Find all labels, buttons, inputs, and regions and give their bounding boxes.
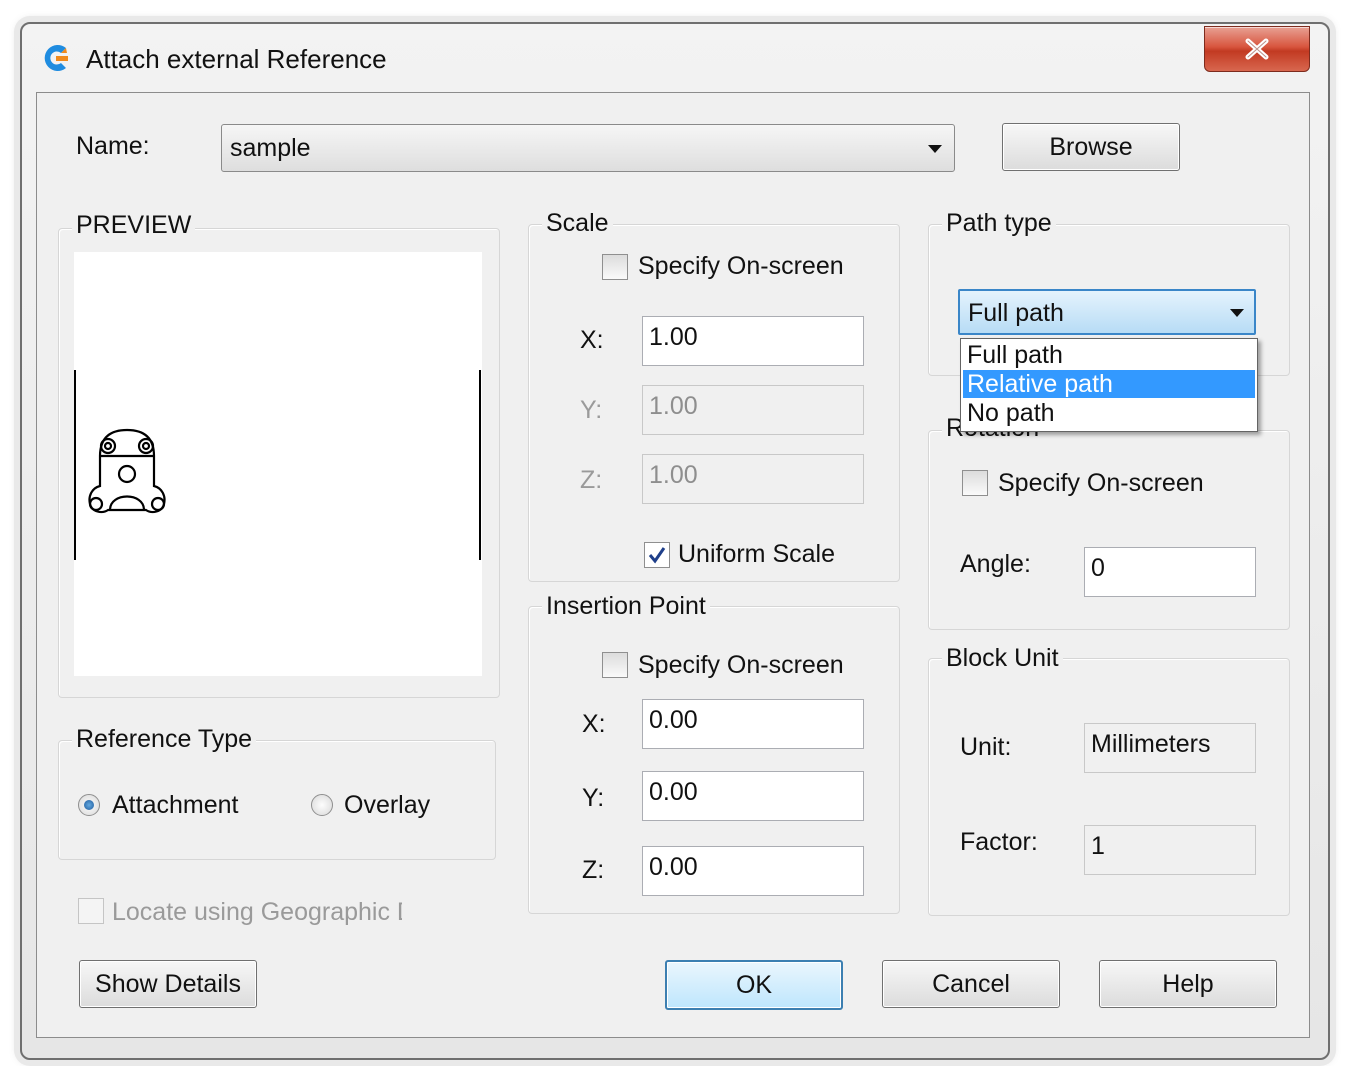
- insertion-x-input[interactable]: 0.00: [642, 699, 864, 749]
- chevron-down-icon: [928, 145, 942, 153]
- scale-specify-label: Specify On-screen: [638, 252, 844, 280]
- checkmark-icon: [648, 547, 666, 564]
- unit-value: Millimeters: [1084, 723, 1256, 773]
- drawing-preview-icon: [88, 428, 166, 514]
- preview-canvas: [74, 252, 482, 676]
- insertion-z-input[interactable]: 0.00: [642, 846, 864, 896]
- insertion-specify-label: Specify On-screen: [638, 651, 844, 679]
- path-type-title: Path type: [942, 209, 1056, 238]
- preview-title: PREVIEW: [72, 211, 196, 240]
- browse-button[interactable]: Browse: [1002, 123, 1180, 171]
- chevron-down-icon: [1230, 309, 1244, 317]
- uniform-scale-label: Uniform Scale: [678, 540, 835, 568]
- path-type-selected: Full path: [968, 299, 1064, 327]
- path-type-dropdown-list: Full path Relative path No path: [960, 338, 1258, 432]
- rotation-group: [928, 430, 1290, 630]
- angle-label: Angle:: [960, 550, 1031, 578]
- factor-label: Factor:: [960, 828, 1038, 856]
- scale-x-input[interactable]: 1.00: [642, 316, 864, 366]
- preview-left-border: [74, 370, 76, 560]
- scale-x-label: X:: [580, 326, 604, 354]
- block-unit-group: [928, 658, 1290, 916]
- name-label: Name:: [76, 132, 150, 160]
- scale-z-label: Z:: [580, 466, 603, 494]
- preview-right-border: [479, 370, 481, 560]
- insertion-y-label: Y:: [582, 784, 605, 812]
- rotation-specify-checkbox[interactable]: [962, 470, 988, 496]
- reference-type-title: Reference Type: [72, 725, 257, 754]
- insertion-point-title: Insertion Point: [542, 592, 710, 621]
- path-option-relative[interactable]: Relative path: [963, 370, 1255, 398]
- insertion-specify-checkbox[interactable]: [602, 652, 628, 678]
- scale-specify-checkbox[interactable]: [602, 254, 628, 280]
- path-type-combobox[interactable]: Full path: [958, 289, 1256, 335]
- name-combobox[interactable]: sample: [221, 124, 955, 172]
- scale-z-input[interactable]: 1.00: [642, 454, 864, 504]
- scale-title: Scale: [542, 209, 613, 238]
- rotation-specify-label: Specify On-screen: [998, 469, 1204, 497]
- path-option-full[interactable]: Full path: [963, 341, 1255, 369]
- show-details-button[interactable]: Show Details: [79, 960, 257, 1008]
- factor-value: 1: [1084, 825, 1256, 875]
- angle-input[interactable]: 0: [1084, 547, 1256, 597]
- ok-button[interactable]: OK: [665, 960, 843, 1010]
- help-button[interactable]: Help: [1099, 960, 1277, 1008]
- attachment-radio[interactable]: [78, 794, 100, 816]
- uniform-scale-checkbox[interactable]: [644, 542, 670, 568]
- cancel-button[interactable]: Cancel: [882, 960, 1060, 1008]
- close-icon: [1245, 38, 1269, 60]
- insertion-y-input[interactable]: 0.00: [642, 771, 864, 821]
- overlay-radio[interactable]: [311, 794, 333, 816]
- unit-label: Unit:: [960, 733, 1012, 761]
- app-logo-icon: [40, 42, 72, 74]
- name-value: sample: [230, 134, 311, 162]
- window-title: Attach external Reference: [86, 44, 387, 74]
- close-button[interactable]: [1204, 26, 1310, 72]
- scale-y-input[interactable]: 1.00: [642, 385, 864, 435]
- path-option-none[interactable]: No path: [963, 399, 1255, 427]
- geographic-label: Locate using Geographic D: [112, 898, 402, 926]
- block-unit-title: Block Unit: [942, 644, 1063, 673]
- attachment-label: Attachment: [112, 791, 239, 819]
- scale-y-label: Y:: [580, 396, 603, 424]
- insertion-z-label: Z:: [582, 856, 605, 884]
- insertion-x-label: X:: [582, 710, 606, 738]
- geographic-checkbox[interactable]: [78, 898, 104, 924]
- overlay-label: Overlay: [344, 791, 431, 819]
